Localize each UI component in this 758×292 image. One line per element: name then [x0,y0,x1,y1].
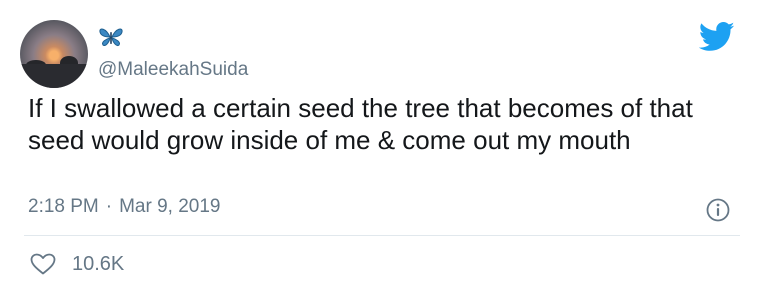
info-icon[interactable] [706,198,730,222]
tweet-text: If I swallowed a certain seed the tree t… [28,93,693,155]
user-handle[interactable]: @MaleekahSuida [98,59,248,81]
separator-dot: · [105,196,113,217]
butterfly-icon [99,28,123,46]
tweet-card: @MaleekahSuida If I swallowed a certain … [0,0,758,292]
tweet-timestamp[interactable]: 2:18 PM · Mar 9, 2019 [28,196,221,218]
divider [24,235,740,236]
like-count[interactable]: 10.6K [72,253,124,276]
tweet-time: 2:18 PM [28,196,99,217]
tweet-date: Mar 9, 2019 [119,196,221,217]
avatar[interactable] [20,20,88,88]
twitter-bird-icon[interactable] [699,22,735,52]
avatar-ground [20,63,88,88]
heart-icon[interactable] [30,253,56,275]
